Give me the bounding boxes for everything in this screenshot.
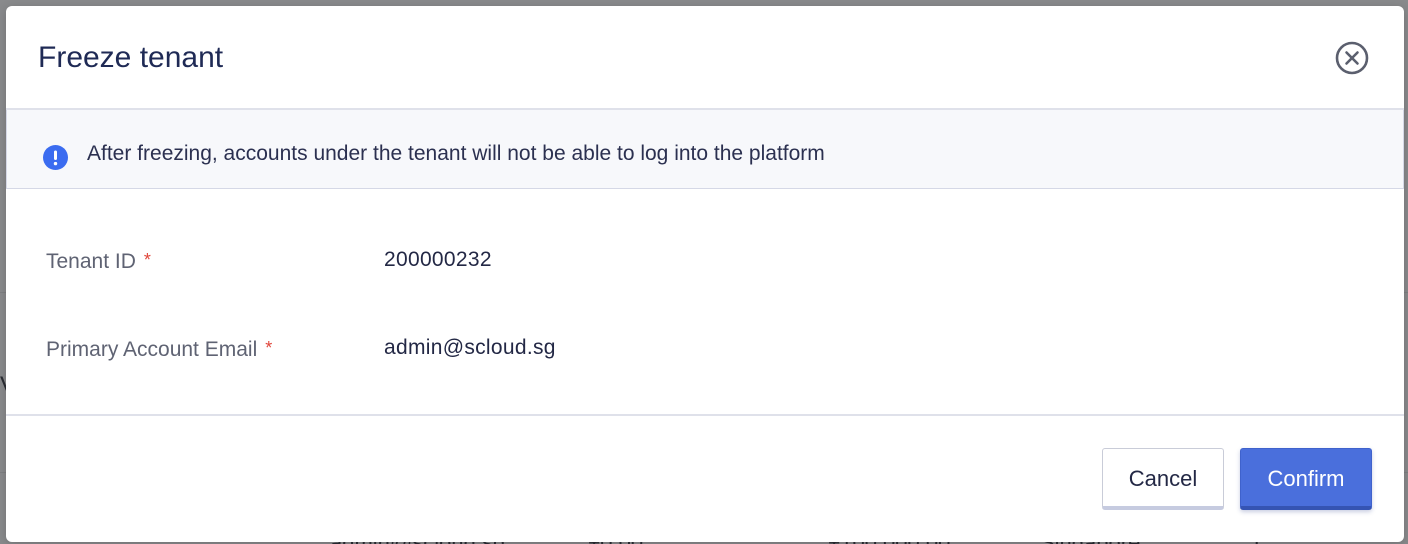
freeze-tenant-dialog: Freeze tenant After freezing, accounts u… xyxy=(6,6,1404,542)
dialog-title: Freeze tenant xyxy=(38,41,224,74)
freeze-warning-banner: After freezing, accounts under the tenan… xyxy=(6,110,1404,189)
warning-message: After freezing, accounts under the tenan… xyxy=(87,142,825,165)
required-mark: * xyxy=(265,338,273,358)
close-circle-icon xyxy=(1335,41,1369,75)
tenant-id-label-text: Tenant ID xyxy=(46,250,136,273)
cancel-button[interactable]: Cancel xyxy=(1102,448,1224,510)
tenant-id-value: 200000232 xyxy=(384,248,492,271)
primary-email-value: admin@scloud.sg xyxy=(384,336,556,359)
close-button[interactable] xyxy=(1334,40,1370,76)
confirm-button[interactable]: Confirm xyxy=(1240,448,1372,510)
dialog-header: Freeze tenant xyxy=(6,6,1404,110)
primary-email-label-text: Primary Account Email xyxy=(46,338,258,361)
info-exclamation-icon xyxy=(43,145,68,170)
tenant-id-label: Tenant ID * xyxy=(46,246,151,276)
footer-divider xyxy=(6,414,1404,416)
primary-email-label: Primary Account Email * xyxy=(46,334,272,364)
required-mark: * xyxy=(143,250,151,270)
